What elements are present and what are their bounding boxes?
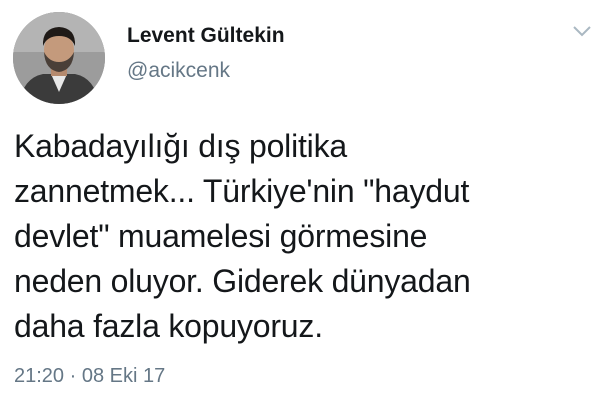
- tweet-timestamp[interactable]: 21:20 · 08 Eki 17: [14, 365, 165, 388]
- profile-photo-icon: [13, 12, 105, 104]
- author-display-name[interactable]: Levent Gültekin: [127, 24, 285, 48]
- tweet-text: Kabadayılığı dış politika zannetmek... T…: [14, 128, 471, 344]
- author-handle[interactable]: @acikcenk: [127, 59, 230, 83]
- tweet-card: Levent Gültekin @acikcenk Kabadayılığı d…: [0, 0, 600, 405]
- chevron-down-icon[interactable]: [572, 24, 592, 38]
- avatar[interactable]: [13, 12, 105, 104]
